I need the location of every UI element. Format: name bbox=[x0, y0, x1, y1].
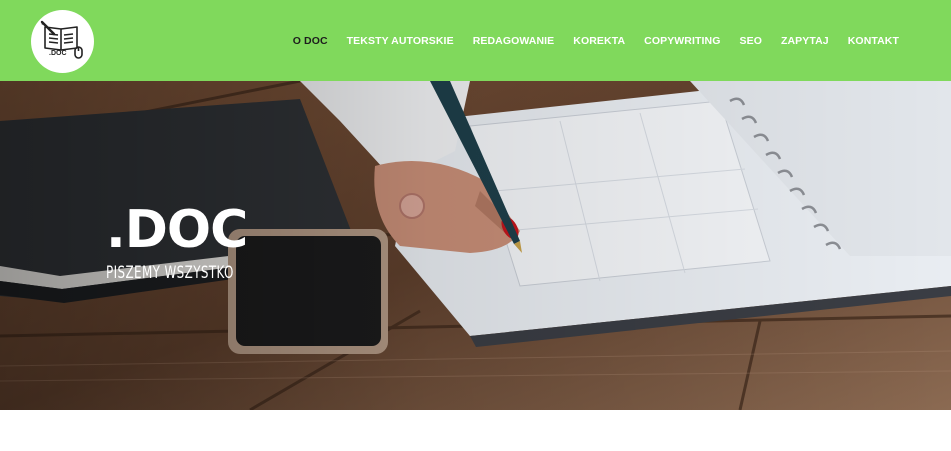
logo[interactable]: .DOC bbox=[31, 10, 94, 73]
nav-item-zapytaj[interactable]: ZAPYTAJ bbox=[781, 35, 829, 47]
nav-item-copywriting[interactable]: COPYWRITING bbox=[644, 35, 720, 47]
nav-item-teksty-autorskie[interactable]: TEKSTY AUTORSKIE bbox=[347, 35, 454, 47]
nav-item-kontakt[interactable]: KONTAKT bbox=[848, 35, 899, 47]
hero-subtitle: PISZEMY WSZYSTKO bbox=[106, 263, 234, 283]
content-area bbox=[0, 410, 951, 451]
book-document-logo-icon: .DOC bbox=[40, 20, 83, 59]
hero-banner: .DOC PISZEMY WSZYSTKO bbox=[0, 81, 951, 410]
nav-item-korekta[interactable]: KOREKTA bbox=[573, 35, 625, 47]
site-header: .DOC O DOC TEKSTY AUTORSKIE REDAGOWANIE … bbox=[0, 0, 951, 81]
nav-item-seo[interactable]: SEO bbox=[740, 35, 762, 47]
logo-text: .DOC bbox=[49, 50, 67, 57]
hero-title: .DOC bbox=[106, 200, 248, 260]
main-nav: O DOC TEKSTY AUTORSKIE REDAGOWANIE KOREK… bbox=[293, 0, 899, 81]
nav-item-o-doc[interactable]: O DOC bbox=[293, 35, 328, 47]
nav-item-redagowanie[interactable]: REDAGOWANIE bbox=[473, 35, 555, 47]
